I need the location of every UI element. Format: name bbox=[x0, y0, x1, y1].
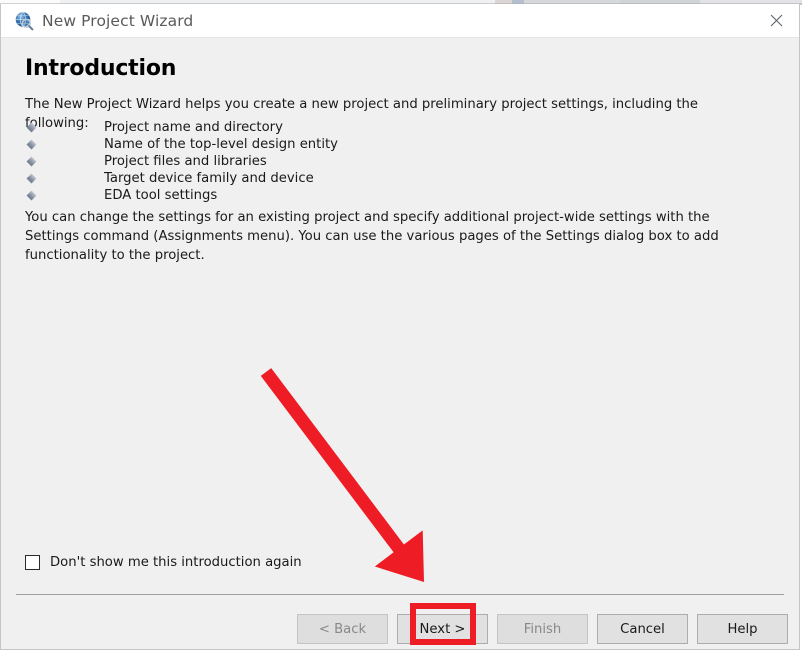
list-item: EDA tool settings bbox=[25, 187, 485, 204]
diamond-bullet-icon bbox=[26, 122, 37, 133]
list-item-label: Project name and directory bbox=[104, 120, 283, 135]
help-button[interactable]: Help bbox=[697, 614, 788, 644]
list-item: Project files and libraries bbox=[25, 153, 485, 170]
diamond-bullet-icon bbox=[26, 139, 37, 150]
diamond-bullet-icon bbox=[26, 190, 37, 201]
new-project-wizard-dialog: New Project Wizard Introduction The New … bbox=[0, 4, 800, 650]
close-icon[interactable] bbox=[753, 4, 799, 37]
back-button[interactable]: < Back bbox=[297, 614, 388, 644]
list-item: Project name and directory bbox=[25, 119, 485, 136]
list-item-label: Name of the top-level design entity bbox=[104, 137, 338, 152]
list-item: Target device family and device bbox=[25, 170, 485, 187]
dont-show-again-row[interactable]: Don't show me this introduction again bbox=[25, 555, 302, 570]
cancel-button[interactable]: Cancel bbox=[597, 614, 688, 644]
title-bar: New Project Wizard bbox=[1, 4, 799, 38]
dialog-button-row: < Back Next > Finish Cancel Help bbox=[1, 614, 799, 644]
finish-button[interactable]: Finish bbox=[497, 614, 588, 644]
quartus-globe-icon bbox=[14, 11, 34, 31]
list-item-label: Project files and libraries bbox=[104, 154, 267, 169]
dont-show-again-checkbox[interactable] bbox=[25, 555, 40, 570]
list-item: Name of the top-level design entity bbox=[25, 136, 485, 153]
footer-separator bbox=[16, 594, 784, 595]
dont-show-again-label: Don't show me this introduction again bbox=[50, 555, 302, 570]
settings-paragraph: You can change the settings for an exist… bbox=[25, 210, 719, 263]
diamond-bullet-icon bbox=[26, 156, 37, 167]
page-title: Introduction bbox=[25, 56, 177, 81]
window-title: New Project Wizard bbox=[42, 12, 194, 30]
list-item-label: EDA tool settings bbox=[104, 188, 218, 203]
diamond-bullet-icon bbox=[26, 173, 37, 184]
feature-bullet-list: Project name and directory Name of the t… bbox=[25, 119, 485, 204]
list-item-label: Target device family and device bbox=[104, 171, 314, 186]
next-button[interactable]: Next > bbox=[397, 614, 488, 644]
dialog-body: Introduction The New Project Wizard help… bbox=[1, 38, 799, 648]
